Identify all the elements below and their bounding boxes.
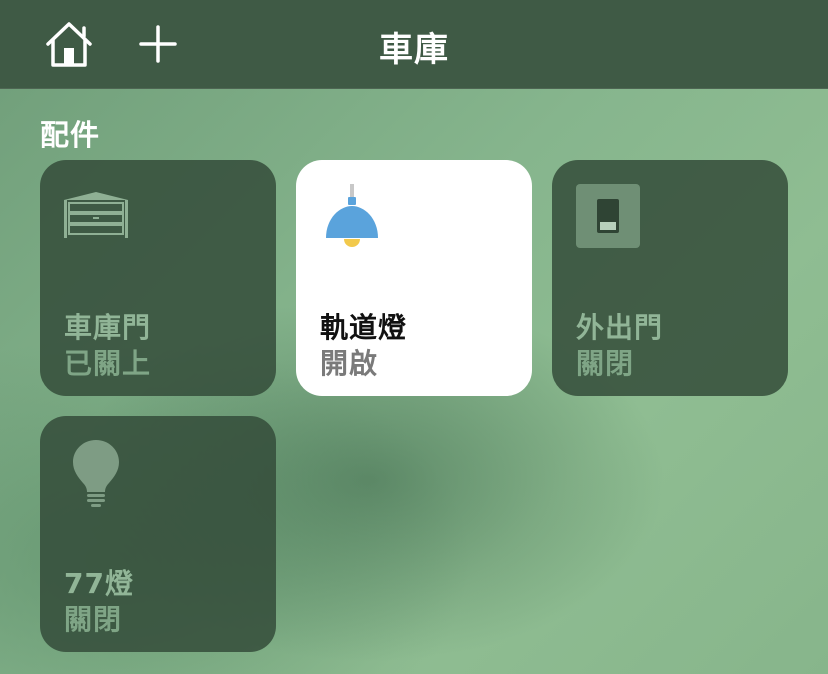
accessory-tile-track-light[interactable]: 軌道燈 開啟 bbox=[296, 160, 532, 396]
garage-door-icon bbox=[64, 192, 128, 238]
add-button[interactable] bbox=[138, 24, 178, 64]
top-bar: 車庫 bbox=[0, 0, 828, 89]
accessory-status: 已關上 bbox=[64, 347, 152, 380]
accessory-name: 77燈 bbox=[64, 567, 134, 600]
accessory-tile-garage-door[interactable]: 車庫門 已關上 bbox=[40, 160, 276, 396]
accessory-tile-outside-door[interactable]: 外出門 關閉 bbox=[552, 160, 788, 396]
lightbulb-icon bbox=[73, 440, 119, 507]
accessory-status: 關閉 bbox=[64, 603, 123, 636]
accessory-status: 開啟 bbox=[320, 347, 379, 380]
plus-icon bbox=[139, 25, 177, 63]
accessory-name: 車庫門 bbox=[64, 311, 152, 344]
home-button[interactable] bbox=[42, 20, 96, 70]
accessory-status: 關閉 bbox=[576, 347, 635, 380]
switch-icon bbox=[576, 184, 640, 248]
page-title: 車庫 bbox=[379, 30, 449, 70]
accessory-name: 軌道燈 bbox=[320, 311, 408, 344]
pendant-lamp-icon bbox=[326, 184, 378, 247]
accessory-tile-77-light[interactable]: 77燈 關閉 bbox=[40, 416, 276, 652]
accessory-name: 外出門 bbox=[576, 311, 664, 344]
home-icon bbox=[46, 22, 92, 67]
section-title-accessories: 配件 bbox=[40, 118, 101, 152]
